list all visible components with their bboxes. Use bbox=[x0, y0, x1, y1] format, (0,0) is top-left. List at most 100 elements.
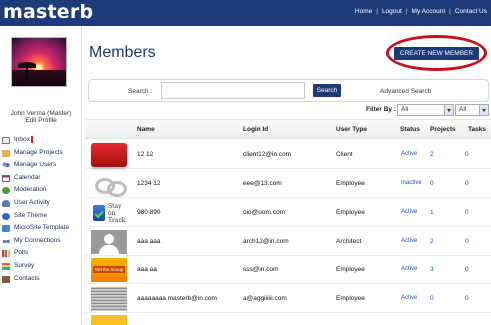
table-row[interactable]: 1234 12 eee@13.com Employee Inactive 0 0 bbox=[85, 170, 491, 198]
sidebar-item-microsite-template[interactable]: MicroSite Template bbox=[1, 222, 81, 235]
column-header-name[interactable]: Name bbox=[137, 126, 155, 133]
filter-select-1[interactable]: All bbox=[397, 104, 454, 116]
member-tasks-link[interactable]: 0 bbox=[465, 209, 469, 216]
search-button[interactable]: Search bbox=[313, 84, 341, 97]
member-name[interactable]: 12 12 bbox=[137, 151, 153, 158]
column-header-tasks[interactable]: Tasks bbox=[468, 126, 486, 133]
member-avatar[interactable] bbox=[91, 230, 127, 254]
nav-logout-link[interactable]: Logout bbox=[382, 8, 402, 15]
sidebar-item-label: Polls bbox=[14, 249, 29, 257]
member-avatar[interactable] bbox=[91, 315, 127, 325]
folder-icon bbox=[2, 149, 10, 157]
profile-name: John Verma (Master) bbox=[10, 110, 72, 117]
member-type: Client bbox=[336, 151, 353, 158]
member-projects-link[interactable]: 2 bbox=[430, 151, 434, 158]
nav-separator: | bbox=[376, 8, 378, 15]
member-tasks-link[interactable]: 0 bbox=[465, 266, 469, 273]
user-activity-icon bbox=[2, 199, 10, 207]
member-name[interactable]: aaa aaa bbox=[137, 238, 161, 245]
sidebar-item-label: Survey bbox=[14, 261, 35, 269]
member-tasks-link[interactable]: 0 bbox=[465, 238, 469, 245]
profile-photo-palm bbox=[18, 62, 36, 68]
sidebar-item-inbox[interactable]: Inbox bbox=[1, 134, 81, 147]
filter-select-value: All bbox=[401, 106, 409, 113]
sidebar-item-label: Moderation bbox=[14, 186, 47, 194]
sidebar-item-contacts[interactable]: Contacts bbox=[1, 273, 81, 286]
sidebar-item-moderation[interactable]: Moderation bbox=[1, 184, 81, 197]
member-name[interactable]: aaa aa bbox=[137, 266, 157, 273]
sidebar-item-label: Inbox bbox=[14, 136, 30, 143]
member-projects-link[interactable]: 0 bbox=[430, 295, 434, 302]
sidebar-item-polls[interactable]: Polls bbox=[1, 247, 81, 260]
member-status-link[interactable]: Active bbox=[401, 151, 417, 157]
member-login: arch12@in.com bbox=[243, 238, 289, 245]
sidebar-item-label: MicroSite Template bbox=[14, 224, 70, 232]
member-status-link[interactable]: Active bbox=[401, 238, 417, 244]
sidebar-item-label: User Activity bbox=[14, 198, 50, 206]
avatar-caption: Get the Scoop bbox=[93, 266, 125, 273]
advanced-search-link[interactable]: Advanced Search bbox=[380, 88, 431, 95]
page-title: Members bbox=[89, 44, 156, 61]
table-row[interactable]: aaa aaa arch12@in.com Architect Active 2… bbox=[85, 228, 491, 256]
moderation-icon bbox=[2, 187, 10, 195]
sidebar-item-my-connections[interactable]: My Connections bbox=[1, 235, 81, 248]
member-type: Employee bbox=[336, 295, 365, 302]
member-tasks-link[interactable]: 0 bbox=[465, 151, 469, 158]
member-name[interactable]: aaaaaaaa masterb@in.com bbox=[137, 295, 217, 302]
sidebar-item-survey[interactable]: Survey bbox=[1, 260, 81, 273]
member-status-link[interactable]: Active bbox=[401, 266, 417, 272]
member-avatar[interactable] bbox=[91, 143, 127, 167]
edit-profile-link[interactable]: Edit Profile bbox=[0, 117, 82, 124]
sidebar-item-manage-users[interactable]: Manage Users bbox=[1, 159, 81, 172]
nav-contact-us-link[interactable]: Contact Us bbox=[455, 8, 487, 15]
nav-separator: | bbox=[405, 8, 408, 15]
member-projects-link[interactable]: 3 bbox=[430, 266, 434, 273]
sidebar-item-label: Manage Projects bbox=[14, 148, 63, 156]
search-input[interactable] bbox=[161, 82, 305, 99]
member-name[interactable]: 1234 12 bbox=[137, 180, 161, 187]
column-header-user-type[interactable]: User Type bbox=[336, 126, 367, 133]
member-projects-link[interactable]: 1 bbox=[430, 209, 434, 216]
member-status-link[interactable]: Active bbox=[401, 209, 417, 215]
table-row[interactable]: Stay on Track 980 890 oio@uom.com Employ… bbox=[85, 199, 491, 227]
sidebar-item-site-theme[interactable]: Site Theme bbox=[1, 210, 81, 223]
member-projects-link[interactable]: 0 bbox=[430, 180, 434, 187]
member-avatar[interactable] bbox=[91, 172, 127, 197]
column-header-status[interactable]: Status bbox=[400, 126, 420, 133]
search-label: Search : bbox=[128, 88, 153, 95]
member-tasks-link[interactable]: 0 bbox=[465, 180, 469, 187]
contacts-icon bbox=[2, 275, 10, 283]
profile-avatar[interactable] bbox=[11, 37, 67, 87]
member-name[interactable]: 980 890 bbox=[137, 209, 161, 216]
table-row[interactable]: aaaaaaaa masterb@in.com a@aggiiiiii.com … bbox=[85, 285, 491, 313]
sidebar-item-label: Site Theme bbox=[14, 211, 48, 219]
member-status-link[interactable]: Inactive bbox=[401, 180, 422, 186]
member-tasks-link[interactable]: 0 bbox=[465, 295, 469, 302]
chevron-down-icon bbox=[444, 105, 453, 115]
filter-select-2[interactable]: All bbox=[455, 104, 489, 116]
member-projects-link[interactable]: 2 bbox=[430, 238, 434, 245]
logo[interactable]: masterb bbox=[3, 1, 93, 23]
member-avatar[interactable]: Stay on Track bbox=[91, 201, 127, 225]
microsite-icon bbox=[2, 225, 10, 233]
top-bar: masterb Home | Logout | My Account | Contact U… bbox=[0, 0, 491, 26]
nav-my-account-link[interactable]: My Account bbox=[412, 8, 446, 15]
nav-home-link[interactable]: Home bbox=[355, 8, 372, 15]
sidebar-menu: Inbox Manage Projects Manage Users Calen… bbox=[1, 134, 81, 285]
sidebar-item-manage-projects[interactable]: Manage Projects bbox=[1, 147, 81, 160]
sidebar-item-calendar[interactable]: Calendar bbox=[1, 172, 81, 185]
column-header-login[interactable]: Login Id bbox=[243, 126, 268, 133]
table-row[interactable]: 12 12 client12@in.com Client Active 2 0 bbox=[85, 141, 491, 169]
column-header-projects[interactable]: Projects bbox=[430, 126, 456, 133]
theme-icon bbox=[2, 212, 10, 220]
sidebar-item-user-activity[interactable]: User Activity bbox=[1, 197, 81, 210]
member-avatar[interactable]: Get the Scoop bbox=[91, 258, 127, 282]
member-type: Employee bbox=[336, 209, 365, 216]
member-status-link[interactable]: Active bbox=[401, 295, 417, 301]
unread-flag-icon bbox=[31, 136, 33, 143]
nav-separator: | bbox=[449, 8, 451, 15]
member-avatar[interactable] bbox=[91, 287, 127, 311]
member-login: client12@in.com bbox=[243, 151, 292, 158]
filter-select-value: All bbox=[459, 106, 467, 113]
table-row[interactable]: Get the Scoop aaa aa sss@in.com Employee… bbox=[85, 256, 491, 284]
